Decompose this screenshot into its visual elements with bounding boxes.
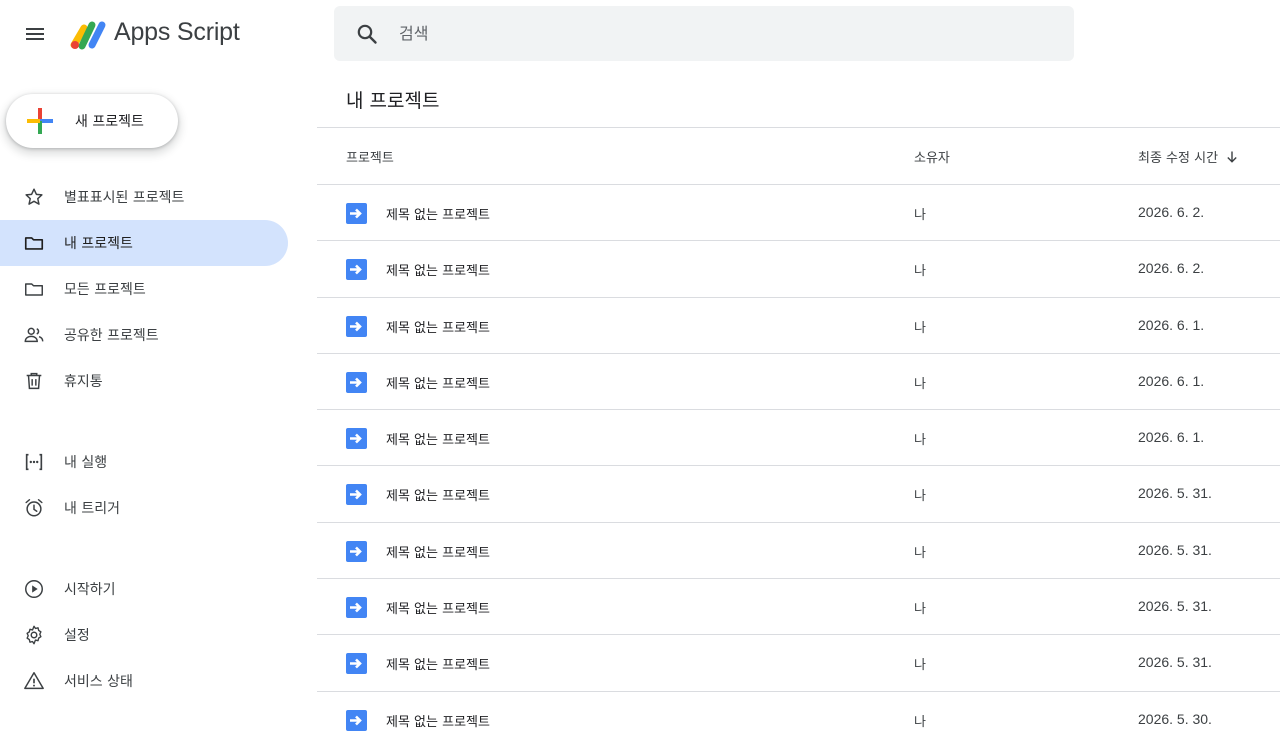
- apps-script-file-icon: [346, 315, 367, 337]
- table-row[interactable]: 제목 없는 프로젝트 나 2026. 5. 31.: [317, 523, 1280, 580]
- arrow-down-icon[interactable]: [1224, 149, 1240, 165]
- apps-script-file-icon: [346, 259, 367, 281]
- search-bar[interactable]: [334, 6, 1074, 61]
- project-name[interactable]: 제목 없는 프로젝트: [386, 373, 490, 392]
- project-owner: 나: [914, 320, 926, 336]
- table-row[interactable]: 제목 없는 프로젝트 나 2026. 6. 2.: [317, 241, 1280, 298]
- page-title: 내 프로젝트: [346, 90, 440, 112]
- new-project-button[interactable]: 새 프로젝트: [6, 94, 178, 148]
- hamburger-icon: [26, 28, 44, 40]
- project-name[interactable]: 제목 없는 프로젝트: [386, 485, 490, 504]
- apps-script-file-icon: [346, 597, 367, 619]
- plus-icon: [27, 108, 53, 134]
- project-owner: 나: [914, 658, 926, 674]
- projects-table: 프로젝트 소유자 최종 수정 시간 제목 없는 프로젝트 나 2026. 6. 2.…: [317, 127, 1280, 747]
- sidebar-item-label: 공유한 프로젝트: [64, 328, 159, 344]
- sidebar-item-all-projects[interactable]: 모든 프로젝트: [0, 266, 288, 312]
- sidebar-item-label: 내 트리거: [64, 501, 120, 517]
- column-header-modified[interactable]: 최종 수정 시간: [1138, 147, 1240, 166]
- project-owner: 나: [914, 208, 926, 223]
- sidebar-item-starred[interactable]: 별표표시된 프로젝트: [0, 174, 288, 220]
- column-header-modified-label: 최종 수정 시간: [1138, 151, 1219, 166]
- search-input[interactable]: [399, 13, 1039, 54]
- apps-script-file-icon: [346, 484, 367, 506]
- table-row[interactable]: 제목 없는 프로젝트 나 2026. 5. 30.: [317, 692, 1280, 747]
- apps-script-file-icon: [346, 428, 367, 450]
- apps-script-file-icon: [346, 371, 367, 393]
- sidebar-item-get-started[interactable]: 시작하기: [0, 566, 288, 612]
- project-owner: 나: [914, 376, 926, 392]
- sidebar-item-shared-projects[interactable]: 공유한 프로젝트: [0, 312, 288, 358]
- project-modified-date: 2026. 6. 2.: [1138, 260, 1205, 277]
- folder-icon: [22, 277, 46, 301]
- project-modified-date: 2026. 5. 30.: [1138, 710, 1212, 727]
- project-name[interactable]: 제목 없는 프로젝트: [386, 204, 490, 223]
- sidebar-item-label: 시작하기: [64, 582, 116, 598]
- table-row[interactable]: 제목 없는 프로젝트 나 2026. 5. 31.: [317, 635, 1280, 692]
- sidebar-item-label: 휴지통: [64, 374, 103, 390]
- warning-icon: [22, 669, 46, 693]
- table-row[interactable]: 제목 없는 프로젝트 나 2026. 6. 1.: [317, 354, 1280, 411]
- table-row[interactable]: 제목 없는 프로젝트 나 2026. 5. 31.: [317, 466, 1280, 523]
- table-row[interactable]: 제목 없는 프로젝트 나 2026. 6. 2.: [317, 185, 1280, 242]
- sidebar-item-label: 모든 프로젝트: [64, 282, 146, 298]
- sidebar-item-service-status[interactable]: 서비스 상태: [0, 658, 288, 704]
- sidebar-item-label: 설정: [64, 628, 90, 644]
- star-icon: [22, 185, 46, 209]
- table-row[interactable]: 제목 없는 프로젝트 나 2026. 6. 1.: [317, 298, 1280, 354]
- sidebar-item-my-projects[interactable]: 내 프로젝트: [0, 220, 288, 266]
- apps-script-logo[interactable]: [70, 19, 108, 51]
- project-modified-date: 2026. 6. 2.: [1138, 204, 1205, 220]
- project-owner: 나: [914, 714, 926, 730]
- apps-script-file-icon: [346, 203, 367, 224]
- project-name[interactable]: 제목 없는 프로젝트: [386, 429, 490, 448]
- sidebar-item-settings[interactable]: 설정: [0, 612, 288, 658]
- apps-script-file-icon: [346, 540, 367, 562]
- main-menu-button[interactable]: [14, 14, 56, 54]
- project-modified-date: 2026. 5. 31.: [1138, 541, 1212, 558]
- sidebar-item-label: 별표표시된 프로젝트: [64, 190, 185, 206]
- table-row[interactable]: 제목 없는 프로젝트 나 2026. 6. 1.: [317, 410, 1280, 467]
- table-header: 프로젝트 소유자 최종 수정 시간: [317, 128, 1280, 185]
- alarm-icon: [22, 496, 46, 520]
- play-icon: [22, 577, 46, 601]
- sidebar-item-trash[interactable]: 휴지통: [0, 358, 288, 404]
- sidebar-item-my-triggers[interactable]: 내 트리거: [0, 485, 288, 531]
- project-owner: 나: [914, 433, 926, 449]
- sidebar-item-label: 내 프로젝트: [64, 236, 133, 252]
- trash-icon: [22, 369, 46, 393]
- sidebar-item-label: 내 실행: [64, 455, 108, 471]
- project-name[interactable]: 제목 없는 프로젝트: [386, 598, 490, 617]
- project-modified-date: 2026. 5. 31.: [1138, 654, 1212, 671]
- project-owner: 나: [914, 545, 926, 561]
- project-name[interactable]: 제목 없는 프로젝트: [386, 317, 490, 336]
- sidebar-item-my-executions[interactable]: 내 실행: [0, 439, 288, 485]
- apps-script-file-icon: [346, 653, 367, 675]
- project-modified-date: 2026. 6. 1.: [1138, 429, 1205, 446]
- column-header-owner[interactable]: 소유자: [914, 147, 950, 166]
- project-name[interactable]: 제목 없는 프로젝트: [386, 654, 490, 673]
- app-title: Apps Script: [114, 18, 240, 46]
- top-bar: Apps Script: [0, 0, 1280, 68]
- apps-script-file-icon: [346, 709, 367, 731]
- project-owner: 나: [914, 264, 926, 280]
- project-name[interactable]: 제목 없는 프로젝트: [386, 542, 490, 561]
- gear-icon: [22, 623, 46, 647]
- project-modified-date: 2026. 5. 31.: [1138, 485, 1212, 502]
- column-header-project: 프로젝트: [346, 151, 394, 166]
- people-icon: [22, 323, 46, 347]
- project-modified-date: 2026. 5. 31.: [1138, 598, 1212, 615]
- project-name[interactable]: 제목 없는 프로젝트: [386, 260, 490, 279]
- folder-icon: [22, 231, 46, 255]
- project-owner: 나: [914, 489, 926, 505]
- sidebar-item-label: 서비스 상태: [64, 674, 133, 690]
- project-modified-date: 2026. 6. 1.: [1138, 316, 1205, 333]
- project-name[interactable]: 제목 없는 프로젝트: [386, 711, 490, 730]
- executions-icon: [22, 450, 46, 474]
- project-owner: 나: [914, 602, 926, 618]
- table-row[interactable]: 제목 없는 프로젝트 나 2026. 5. 31.: [317, 579, 1280, 636]
- search-icon[interactable]: [355, 22, 379, 46]
- project-modified-date: 2026. 6. 1.: [1138, 372, 1205, 389]
- new-project-label: 새 프로젝트: [75, 114, 144, 130]
